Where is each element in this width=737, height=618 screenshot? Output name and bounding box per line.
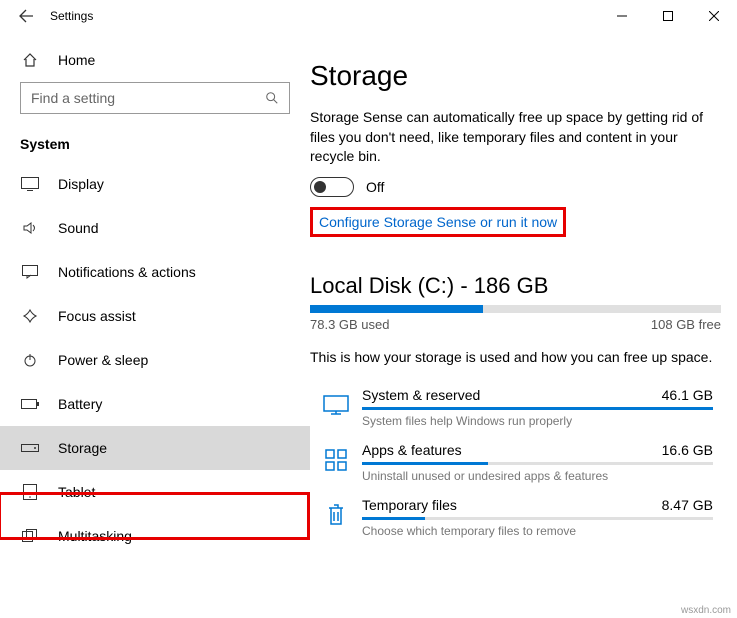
notifications-icon xyxy=(20,265,40,279)
disk-free-label: 108 GB free xyxy=(651,317,721,332)
search-placeholder: Find a setting xyxy=(31,90,265,106)
disk-title: Local Disk (C:) - 186 GB xyxy=(310,273,721,299)
category-apps-features[interactable]: Apps & features 16.6 GB Uninstall unused … xyxy=(310,436,721,491)
sidebar-item-label: Sound xyxy=(58,220,98,236)
close-button[interactable] xyxy=(691,0,737,32)
window-title: Settings xyxy=(50,9,93,23)
category-system-reserved[interactable]: System & reserved 46.1 GB System files he… xyxy=(310,381,721,436)
sidebar-item-multitasking[interactable]: Multitasking xyxy=(0,514,310,558)
usage-description: This is how your storage is used and how… xyxy=(310,348,721,368)
sidebar-item-sound[interactable]: Sound xyxy=(0,206,310,250)
sidebar-item-label: Battery xyxy=(58,396,102,412)
multitasking-icon xyxy=(20,529,40,543)
sidebar-item-power-sleep[interactable]: Power & sleep xyxy=(0,338,310,382)
sidebar-item-battery[interactable]: Battery xyxy=(0,382,310,426)
home-label: Home xyxy=(58,52,95,68)
sidebar-item-label: Multitasking xyxy=(58,528,132,544)
trash-icon xyxy=(310,497,362,533)
sidebar-item-label: Power & sleep xyxy=(58,352,148,368)
category-sub: Choose which temporary files to remove xyxy=(362,524,713,538)
sidebar-item-storage[interactable]: Storage xyxy=(0,426,310,470)
storage-icon xyxy=(20,444,40,452)
disk-used-label: 78.3 GB used xyxy=(310,317,390,332)
maximize-icon xyxy=(663,11,673,21)
highlight-configure-link: Configure Storage Sense or run it now xyxy=(310,207,566,237)
category-temporary-files[interactable]: Temporary files 8.47 GB Choose which temp… xyxy=(310,491,721,546)
section-header-system: System xyxy=(0,124,310,162)
battery-icon xyxy=(20,399,40,409)
disk-usage-bar xyxy=(310,305,721,313)
sidebar-item-label: Display xyxy=(58,176,104,192)
main-panel: Storage Storage Sense can automatically … xyxy=(310,32,737,618)
toggle-label: Off xyxy=(366,179,384,195)
sidebar: Home Find a setting System Display Sound… xyxy=(0,32,310,618)
category-size: 16.6 GB xyxy=(662,442,713,458)
home-button[interactable]: Home xyxy=(0,44,310,82)
tablet-icon xyxy=(20,484,40,500)
sidebar-item-display[interactable]: Display xyxy=(0,162,310,206)
arrow-left-icon xyxy=(18,8,34,24)
category-sub: Uninstall unused or undesired apps & fea… xyxy=(362,469,713,483)
category-size: 46.1 GB xyxy=(662,387,713,403)
focus-assist-icon xyxy=(20,308,40,324)
back-button[interactable] xyxy=(10,0,42,32)
sidebar-item-focus-assist[interactable]: Focus assist xyxy=(0,294,310,338)
power-icon xyxy=(20,352,40,368)
close-icon xyxy=(709,11,719,21)
display-icon xyxy=(20,177,40,191)
maximize-button[interactable] xyxy=(645,0,691,32)
sound-icon xyxy=(20,220,40,236)
apps-icon xyxy=(310,442,362,478)
system-icon xyxy=(310,387,362,423)
category-name: Temporary files xyxy=(362,497,457,513)
watermark: wsxdn.com xyxy=(681,605,731,616)
home-icon xyxy=(20,52,40,68)
storage-sense-description: Storage Sense can automatically free up … xyxy=(310,108,721,167)
category-name: System & reserved xyxy=(362,387,480,403)
page-title: Storage xyxy=(310,60,721,92)
category-name: Apps & features xyxy=(362,442,462,458)
sidebar-item-label: Tablet xyxy=(58,484,95,500)
search-input[interactable]: Find a setting xyxy=(20,82,290,114)
sidebar-item-label: Notifications & actions xyxy=(58,264,196,280)
titlebar: Settings xyxy=(0,0,737,32)
category-sub: System files help Windows run properly xyxy=(362,414,713,428)
minimize-icon xyxy=(617,11,627,21)
minimize-button[interactable] xyxy=(599,0,645,32)
sidebar-item-tablet[interactable]: Tablet xyxy=(0,470,310,514)
search-icon xyxy=(265,91,279,105)
sidebar-item-notifications[interactable]: Notifications & actions xyxy=(0,250,310,294)
category-size: 8.47 GB xyxy=(662,497,713,513)
sidebar-item-label: Storage xyxy=(58,440,107,456)
storage-sense-toggle[interactable] xyxy=(310,177,354,197)
sidebar-item-label: Focus assist xyxy=(58,308,136,324)
configure-storage-sense-link[interactable]: Configure Storage Sense or run it now xyxy=(319,214,557,230)
